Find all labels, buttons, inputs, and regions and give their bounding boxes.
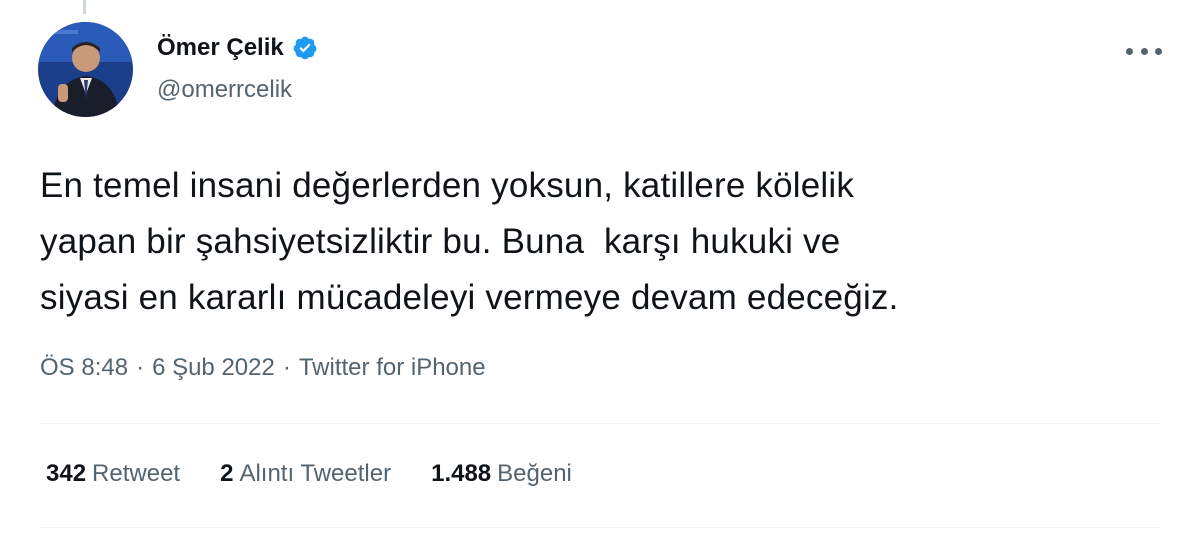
tweet-time[interactable]: ÖS 8:48 (40, 354, 128, 382)
dot (1126, 47, 1133, 55)
stat-number: 1.488 (431, 460, 492, 487)
stat-number: 2 (220, 460, 234, 487)
quote-tweets-count[interactable]: 2 Alıntı Tweetler (220, 460, 391, 488)
dot (1140, 47, 1148, 55)
meta-separator: · (136, 354, 145, 381)
thread-connector-line (83, 0, 86, 14)
author-display-name[interactable]: Ömer Çelik (157, 34, 284, 62)
tweet-source[interactable]: Twitter for iPhone (299, 354, 486, 382)
verified-badge-icon (292, 35, 318, 61)
tweet-line: siyasi en kararlı mücadeleyi vermeye dev… (40, 278, 899, 317)
meta-separator: · (282, 354, 291, 381)
engagement-stats: 342 Retweet 2 Alıntı Tweetler 1.488 Beğe… (46, 460, 572, 488)
tweet-date[interactable]: 6 Şub 2022 (152, 354, 275, 382)
tweet-line: En temel insani değerlerden yoksun, kati… (40, 166, 855, 205)
author-handle[interactable]: @omerrcelik (157, 76, 292, 104)
stat-label: Retweet (92, 460, 181, 487)
stat-label: Beğeni (497, 460, 572, 487)
stat-label: Alıntı Tweetler (239, 460, 392, 487)
avatar-photo-icon (38, 22, 133, 117)
stat-number: 342 (46, 460, 87, 487)
divider (40, 527, 1160, 528)
divider (40, 423, 1160, 424)
tweet-line: yapan bir şahsiyetsizliktir bu. Buna kar… (40, 222, 841, 261)
tweet-text: En temel insani değerlerden yoksun, kati… (40, 158, 1160, 326)
retweet-count[interactable]: 342 Retweet (46, 460, 180, 488)
avatar[interactable] (38, 22, 133, 117)
tweet-meta: ÖS 8:48 · 6 Şub 2022 · Twitter for iPhon… (40, 354, 486, 382)
dot (1155, 47, 1162, 55)
likes-count[interactable]: 1.488 Beğeni (431, 460, 572, 488)
more-options-icon[interactable] (1126, 40, 1162, 62)
